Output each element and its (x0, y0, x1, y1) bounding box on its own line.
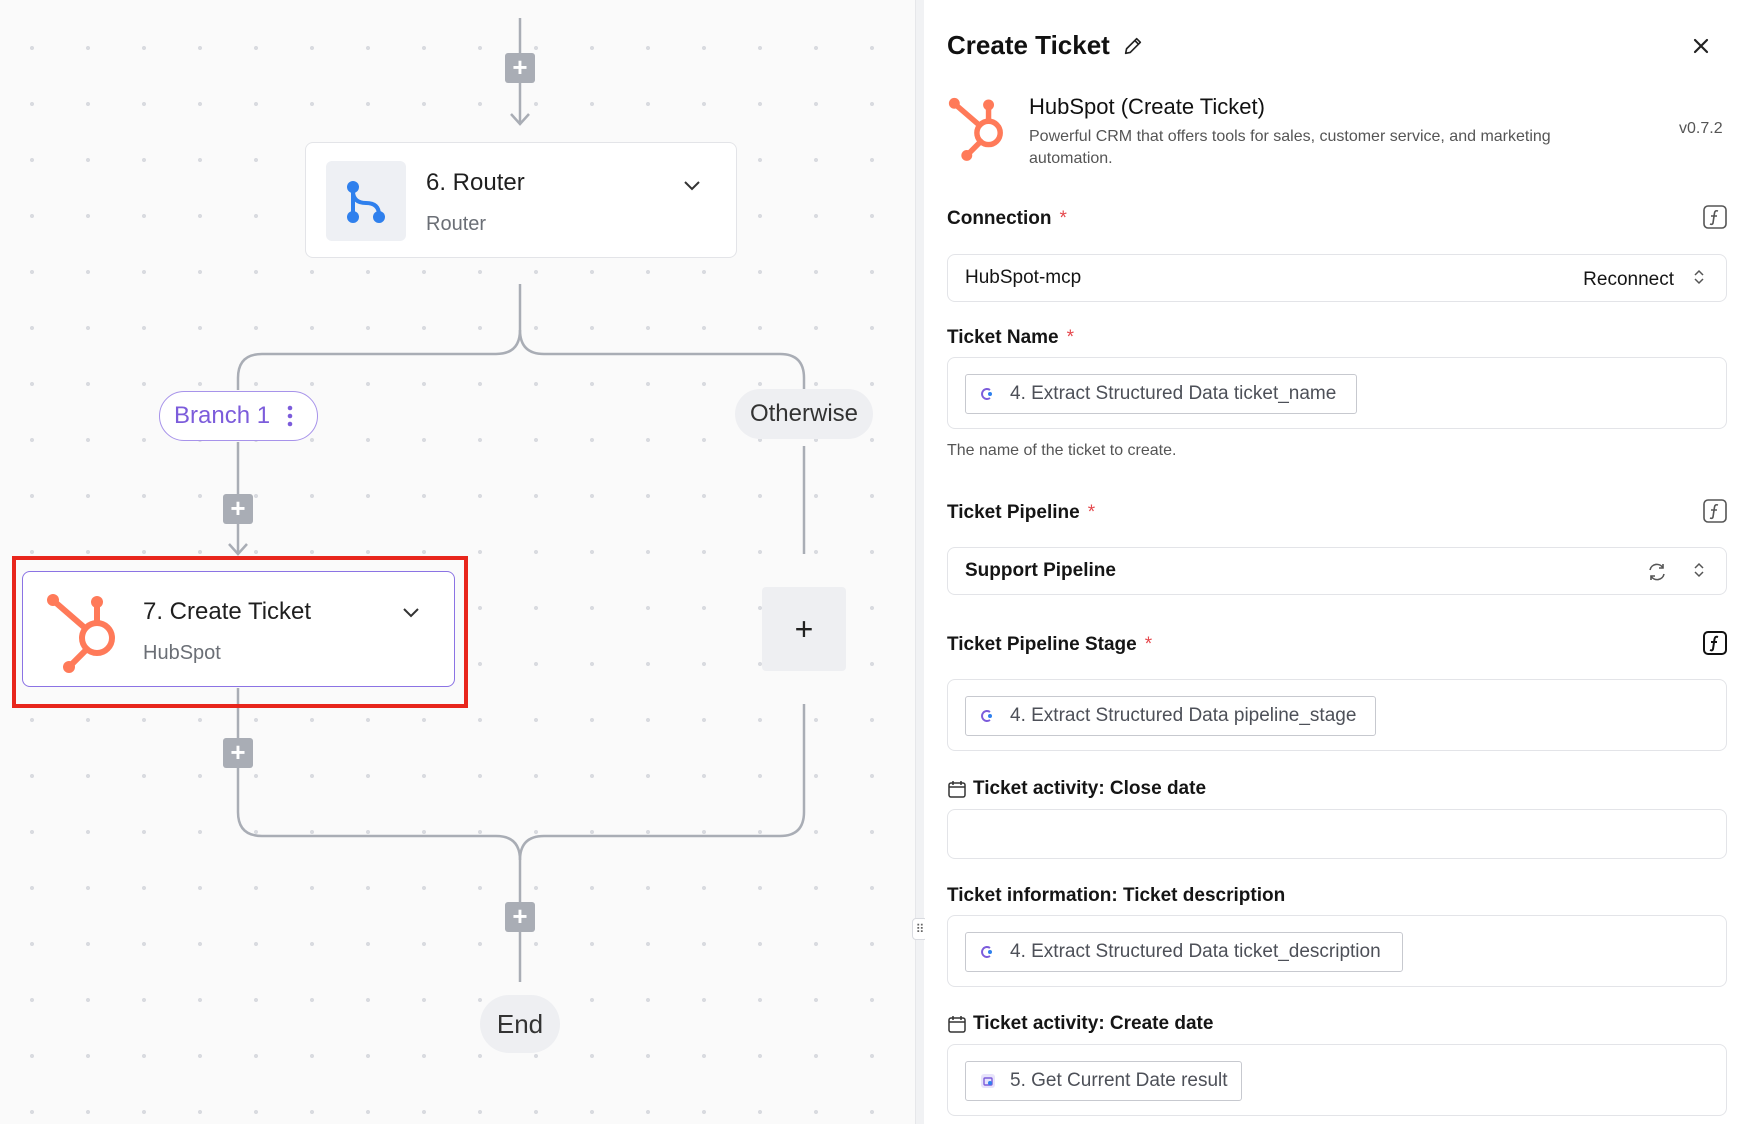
ticket-description-label: Ticket information: Ticket description (947, 885, 1286, 906)
calendar-source-icon (981, 1074, 995, 1088)
otherwise-pill[interactable]: Otherwise (735, 389, 873, 439)
create-ticket-step-title: 7. Create Ticket (143, 598, 312, 625)
hubspot-icon (47, 594, 115, 673)
refresh-icon[interactable] (1646, 561, 1668, 583)
piece-description: Powerful CRM that offers tools for sales… (1029, 128, 1551, 167)
flow-canvas[interactable]: + 6. Router Router Branch 1 Otherwise + … (0, 0, 915, 1124)
router-icon (347, 181, 385, 223)
ticket-description-input[interactable]: 4. Extract Structured Data ticket_descri… (947, 915, 1727, 987)
sort-arrows-icon[interactable] (1692, 560, 1706, 580)
calendar-icon (948, 1016, 966, 1033)
ticket-name-data-chip[interactable]: 4. Extract Structured Data ticket_name (965, 374, 1357, 414)
close-date-label: Ticket activity: Close date (947, 778, 1206, 800)
pencil-icon[interactable] (1122, 35, 1144, 57)
piece-version: v0.7.2 (1679, 120, 1723, 137)
create-ticket-step-subtitle: HubSpot (143, 642, 221, 664)
router-icon-box (326, 161, 406, 241)
otherwise-label: Otherwise (749, 400, 859, 427)
fx-icon[interactable] (1702, 204, 1728, 230)
panel-title: Create Ticket (947, 30, 1144, 61)
create-date-input[interactable]: 5. Get Current Date result (947, 1044, 1727, 1116)
pipeline-stage-data-chip[interactable]: 4. Extract Structured Data pipeline_stag… (965, 696, 1376, 736)
data-source-icon (981, 388, 992, 400)
more-vertical-icon[interactable] (284, 403, 296, 429)
add-step-box-otherwise[interactable]: + (762, 587, 846, 671)
data-source-icon (981, 946, 992, 958)
create-date-data-chip[interactable]: 5. Get Current Date result (965, 1061, 1242, 1101)
router-step-subtitle: Router (426, 213, 487, 235)
create-ticket-step-card[interactable]: 7. Create Ticket HubSpot (22, 571, 455, 687)
sort-arrows-icon[interactable] (1692, 267, 1706, 287)
ticket-name-label: Ticket Name * (947, 327, 1075, 348)
close-icon[interactable] (1690, 35, 1712, 57)
connection-label: Connection * (947, 208, 1067, 229)
branch-1-label: Branch 1 (174, 402, 271, 429)
data-source-icon (981, 710, 992, 722)
router-step-card[interactable]: 6. Router Router (305, 142, 737, 258)
chevron-down-icon[interactable] (680, 173, 704, 197)
add-step-button-branch-1[interactable]: + (223, 494, 253, 524)
end-label: End (496, 1008, 544, 1039)
piece-name: HubSpot (Create Ticket) (1029, 94, 1265, 119)
ticket-name-input[interactable]: 4. Extract Structured Data ticket_name (947, 357, 1727, 429)
connection-select[interactable]: HubSpot-mcp Reconnect (947, 254, 1727, 302)
fx-icon-active[interactable] (1702, 630, 1728, 656)
branch-1-pill[interactable]: Branch 1 (159, 391, 318, 441)
create-date-label: Ticket activity: Create date (947, 1013, 1213, 1035)
fx-icon[interactable] (1702, 498, 1728, 524)
ticket-pipeline-stage-label: Ticket Pipeline Stage * (947, 634, 1153, 655)
add-step-button-merge[interactable]: + (505, 902, 535, 932)
ticket-pipeline-stage-input[interactable]: 4. Extract Structured Data pipeline_stag… (947, 679, 1727, 751)
calendar-icon (948, 781, 966, 798)
panel-resize-divider[interactable] (915, 0, 924, 1124)
ticket-pipeline-value: Support Pipeline (965, 560, 1116, 581)
ticket-pipeline-label: Ticket Pipeline * (947, 502, 1096, 523)
ticket-description-data-chip[interactable]: 4. Extract Structured Data ticket_descri… (965, 932, 1403, 972)
step-settings-panel: Create Ticket HubSpot (Create Ticket) Po… (925, 0, 1748, 1124)
add-step-button-top[interactable]: + (505, 53, 535, 83)
hubspot-icon (948, 97, 1003, 161)
chevron-down-icon[interactable] (399, 600, 423, 624)
panel-title-text: Create Ticket (947, 30, 1110, 60)
ticket-pipeline-select[interactable]: Support Pipeline (947, 547, 1727, 595)
router-step-title: 6. Router (426, 169, 525, 196)
add-step-button-after-ticket[interactable]: + (223, 738, 253, 768)
reconnect-button[interactable]: Reconnect (1583, 269, 1674, 291)
ticket-name-help: The name of the ticket to create. (947, 442, 1177, 459)
end-node: End (480, 995, 560, 1053)
close-date-input[interactable] (947, 809, 1727, 859)
connection-value: HubSpot-mcp (965, 267, 1082, 288)
